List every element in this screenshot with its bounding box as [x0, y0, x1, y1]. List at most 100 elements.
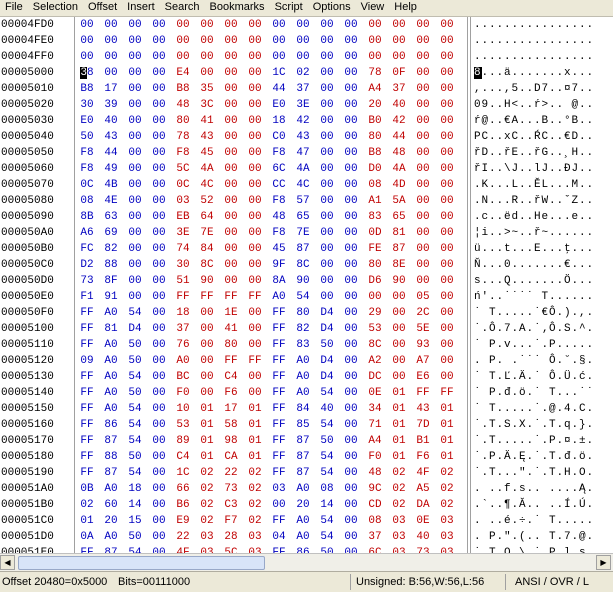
hex-byte[interactable]: 90	[387, 273, 411, 289]
hex-byte[interactable]: 00	[147, 481, 171, 497]
hex-byte[interactable]: A0	[291, 529, 315, 545]
hex-byte[interactable]: 8A	[267, 273, 291, 289]
hex-byte[interactable]: 85	[291, 417, 315, 433]
hex-byte[interactable]: E6	[411, 369, 435, 385]
scroll-left-arrow-icon[interactable]: ◀	[0, 555, 15, 570]
hex-byte[interactable]: 34	[363, 401, 387, 417]
hex-byte[interactable]: F8	[267, 193, 291, 209]
hex-byte[interactable]: 00	[99, 65, 123, 81]
hex-byte[interactable]: 30	[171, 257, 195, 273]
hex-byte[interactable]: 7D	[411, 417, 435, 433]
hex-byte[interactable]: 00	[339, 305, 363, 321]
hex-byte[interactable]: 00	[147, 49, 171, 65]
hex-byte[interactable]: 54	[315, 417, 339, 433]
menu-script[interactable]: Script	[270, 0, 308, 16]
hex-byte[interactable]: 00	[339, 113, 363, 129]
hex-byte[interactable]: 00	[435, 33, 459, 49]
hex-byte[interactable]: 00	[123, 81, 147, 97]
hex-byte[interactable]: 00	[435, 49, 459, 65]
hex-byte[interactable]: A0	[99, 369, 123, 385]
hex-byte[interactable]: 00	[243, 241, 267, 257]
hex-row[interactable]: 02 60 14 00 B6 02 C3 02 00 20 14 00 CD 02 DA 02	[75, 497, 465, 513]
hex-byte[interactable]: FF	[219, 353, 243, 369]
hex-byte[interactable]: 00	[315, 129, 339, 145]
hex-byte[interactable]: 53	[171, 417, 195, 433]
hex-byte[interactable]: 00	[339, 529, 363, 545]
hex-byte[interactable]: 00	[243, 65, 267, 81]
hex-byte[interactable]: 00	[315, 49, 339, 65]
hex-byte[interactable]: 5E	[411, 321, 435, 337]
hex-byte[interactable]: 00	[243, 385, 267, 401]
hex-row[interactable]: 0B A0 18 00 66 02 73 02 03 A0 08 00 9C 02 A5 02	[75, 481, 465, 497]
hex-byte[interactable]: 02	[195, 513, 219, 529]
hex-byte[interactable]: FF	[267, 545, 291, 553]
hex-byte[interactable]: F8	[171, 145, 195, 161]
hex-byte[interactable]: FF	[435, 385, 459, 401]
hex-byte[interactable]: FF	[171, 289, 195, 305]
hex-byte[interactable]: 54	[123, 465, 147, 481]
hex-byte[interactable]: 00	[387, 321, 411, 337]
hex-byte[interactable]: 4F	[411, 465, 435, 481]
hex-byte[interactable]: 6C	[267, 161, 291, 177]
hex-byte[interactable]: 00	[339, 353, 363, 369]
hex-byte[interactable]: 00	[339, 369, 363, 385]
hex-byte[interactable]: 5C	[171, 161, 195, 177]
hex-byte[interactable]: 87	[291, 433, 315, 449]
hex-byte[interactable]: 00	[339, 193, 363, 209]
ascii-row[interactable]: .c..ëd..He...e..	[472, 209, 602, 225]
ascii-row[interactable]: ................	[472, 17, 602, 33]
hex-byte[interactable]: 00	[219, 65, 243, 81]
hex-byte[interactable]: 4D	[387, 177, 411, 193]
hex-byte[interactable]: 02	[195, 465, 219, 481]
hex-byte[interactable]: A0	[99, 529, 123, 545]
hex-byte[interactable]: 00	[339, 49, 363, 65]
hex-byte[interactable]: 00	[363, 17, 387, 33]
hex-byte[interactable]: 00	[435, 177, 459, 193]
hex-byte[interactable]: FF	[411, 385, 435, 401]
hex-byte[interactable]: 03	[387, 513, 411, 529]
hex-byte[interactable]: 1C	[267, 65, 291, 81]
hex-byte[interactable]: 4A	[291, 161, 315, 177]
hex-byte[interactable]: 00	[339, 481, 363, 497]
hex-byte[interactable]: 00	[219, 129, 243, 145]
hex-byte[interactable]: 00	[339, 513, 363, 529]
hex-byte[interactable]: 00	[195, 321, 219, 337]
hex-byte[interactable]: FF	[75, 321, 99, 337]
hex-byte[interactable]: 08	[363, 177, 387, 193]
hex-byte[interactable]: 01	[387, 385, 411, 401]
hex-byte[interactable]: 00	[123, 273, 147, 289]
hex-byte[interactable]: 42	[291, 113, 315, 129]
hex-byte[interactable]: 00	[339, 241, 363, 257]
hex-byte[interactable]: 02	[243, 497, 267, 513]
hex-byte[interactable]: B1	[411, 433, 435, 449]
ascii-row[interactable]: ü...t...E...ţ...	[472, 241, 602, 257]
hex-byte[interactable]: 00	[147, 209, 171, 225]
hex-byte[interactable]: 00	[147, 145, 171, 161]
hex-byte[interactable]: 00	[315, 65, 339, 81]
hex-byte[interactable]: 09	[75, 353, 99, 369]
hex-byte[interactable]: 37	[291, 81, 315, 97]
hex-byte[interactable]: 00	[387, 353, 411, 369]
hex-byte[interactable]: A0	[291, 513, 315, 529]
hex-row[interactable]: FF A0 54 00 BC 00 C4 00 FF A0 D4 00 DC 00 E6 00	[75, 369, 465, 385]
hex-byte[interactable]: 08	[363, 513, 387, 529]
hex-byte[interactable]: 65	[387, 209, 411, 225]
hex-byte[interactable]: B8	[75, 81, 99, 97]
hex-byte[interactable]: BC	[171, 369, 195, 385]
hex-byte[interactable]: F8	[267, 225, 291, 241]
hex-byte[interactable]: 30	[75, 97, 99, 113]
hex-row[interactable]: 30 39 00 00 48 3C 00 00 E0 3E 00 00 20 40 00 00	[75, 97, 465, 113]
hex-byte[interactable]: 00	[219, 113, 243, 129]
hex-byte[interactable]: 3E	[171, 225, 195, 241]
hex-byte[interactable]: 71	[363, 417, 387, 433]
hex-byte[interactable]: 00	[147, 321, 171, 337]
ascii-row[interactable]: ................	[472, 33, 602, 49]
hex-byte[interactable]: 01	[243, 417, 267, 433]
hex-byte[interactable]: 00	[339, 545, 363, 553]
hex-row[interactable]: FF 88 50 00 C4 01 CA 01 FF 87 54 00 F0 01 F6 01	[75, 449, 465, 465]
hex-byte[interactable]: 50	[123, 385, 147, 401]
menu-bookmarks[interactable]: Bookmarks	[205, 0, 270, 16]
ascii-row[interactable]: řD..řE..řG..¸H..	[472, 145, 602, 161]
hex-byte[interactable]: 00	[147, 81, 171, 97]
hex-byte[interactable]: 00	[267, 33, 291, 49]
